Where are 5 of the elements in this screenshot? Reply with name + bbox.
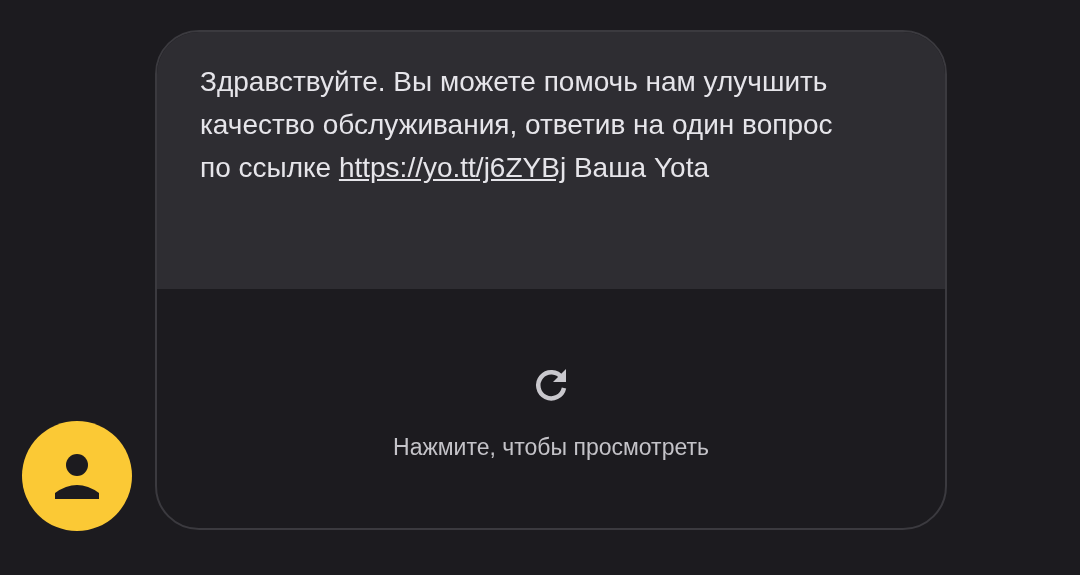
avatar-icon — [22, 421, 132, 531]
message-link[interactable]: https://yo.tt/j6ZYBj — [338, 152, 567, 183]
message-text: Здравствуйте. Вы можете помочь нам улучшить качество обслуживания, ответив на один вопрос по ссылке https://yo.tt/j6ZYBj Ваша Yota — [200, 65, 834, 185]
preview-label: Нажмите, чтобы просмотреть — [393, 434, 709, 461]
preview-panel[interactable]: Нажмите, чтобы просмотреть — [157, 289, 945, 528]
